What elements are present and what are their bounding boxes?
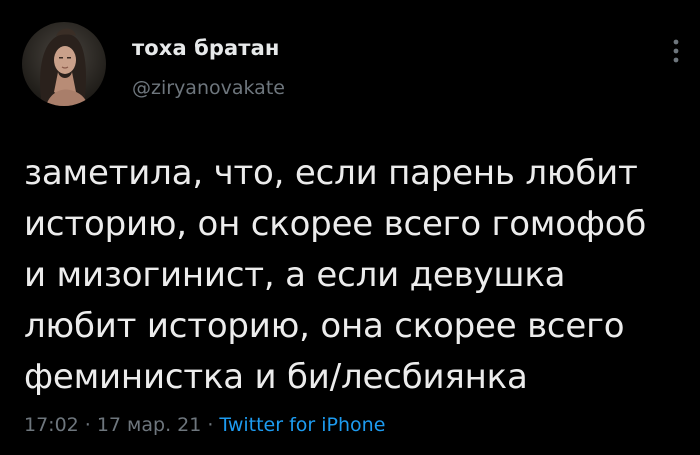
tweet-date[interactable]: 17 мар. 21 <box>97 414 202 436</box>
display-name[interactable]: тоха братан <box>132 36 279 60</box>
tweet-time[interactable]: 17:02 <box>24 414 79 436</box>
tweet-text-line: заметила, что, если парень любит <box>24 153 638 193</box>
vertical-ellipsis-icon <box>673 39 679 63</box>
tweet-text-line: историю, он скорее всего гомофоб <box>24 204 647 244</box>
separator-dot: · <box>84 414 91 436</box>
user-handle[interactable]: @ziryanovakate <box>132 77 285 99</box>
tweet-text-line: и мизогинист, а если девушка <box>24 255 566 295</box>
more-options-button[interactable] <box>670 38 682 66</box>
source-link[interactable]: Twitter for iPhone <box>219 414 385 436</box>
tweet-card: тоха братан @ziryanovakate заметила, что… <box>0 0 700 455</box>
avatar[interactable] <box>22 22 106 106</box>
tweet-text: заметила, что, если парень любит историю… <box>24 148 688 403</box>
tweet-text-line: феминистка и би/лесбиянка <box>24 357 528 397</box>
separator-dot: · <box>207 414 214 436</box>
tweet-metadata: 17:02 · 17 мар. 21 · Twitter for iPhone <box>24 414 385 436</box>
profile-photo-icon <box>22 22 106 106</box>
tweet-text-line: любит историю, она скорее всего <box>24 306 625 346</box>
